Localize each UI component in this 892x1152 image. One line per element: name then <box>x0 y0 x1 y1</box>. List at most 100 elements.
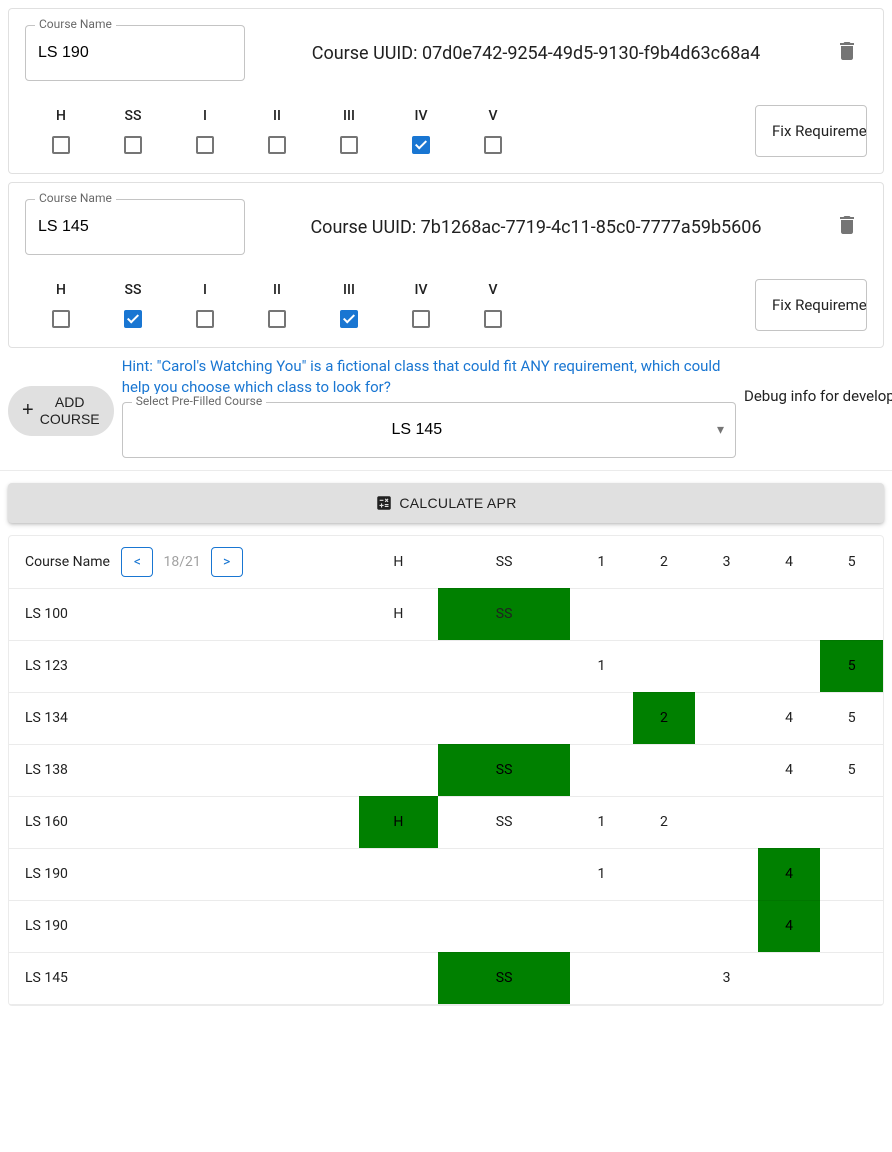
pager-next-button[interactable]: > <box>211 547 243 577</box>
course-name-field: Course Name <box>25 199 245 255</box>
table-row: LS 100HSS <box>9 588 883 640</box>
checkbox-h[interactable] <box>52 310 70 328</box>
table-cell <box>359 900 438 952</box>
table-cell <box>570 692 633 744</box>
table-cell <box>570 744 633 796</box>
trash-icon <box>835 39 859 63</box>
checkbox-iii[interactable] <box>340 310 358 328</box>
header-1: 1 <box>570 536 633 588</box>
table-cell <box>570 588 633 640</box>
add-course-button[interactable]: + ADD COURSE <box>8 386 114 436</box>
course-name-label: Course Name <box>35 191 116 205</box>
requirement-checkboxes: H SS I II III IV V Fix Requirements ▾ <box>25 279 867 331</box>
table-row: LS 160HSS12 <box>9 796 883 848</box>
select-value[interactable] <box>122 402 736 458</box>
delete-button[interactable] <box>827 31 867 75</box>
table-cell <box>695 744 758 796</box>
table-cell: SS <box>438 588 570 640</box>
course-uuid: Course UUID: 07d0e742-9254-49d5-9130-f9b… <box>245 43 827 64</box>
table-cell <box>758 796 821 848</box>
select-label: Select Pre-Filled Course <box>132 394 267 408</box>
table-cell <box>359 848 438 900</box>
table-cell <box>820 900 883 952</box>
checkbox-v[interactable] <box>484 310 502 328</box>
table-cell <box>438 900 570 952</box>
cell-course-name: LS 145 <box>9 952 359 1004</box>
checkbox-ss[interactable] <box>124 310 142 328</box>
checkbox-ii[interactable] <box>268 310 286 328</box>
table-cell: 4 <box>758 900 821 952</box>
checkbox-i[interactable] <box>196 310 214 328</box>
course-name-input[interactable] <box>25 25 245 81</box>
pager: < 18/21 > <box>121 547 242 577</box>
checkbox-h[interactable] <box>52 136 70 154</box>
course-name-input[interactable] <box>25 199 245 255</box>
prefilled-course-select[interactable]: Select Pre-Filled Course ▾ <box>122 402 736 458</box>
table-row: LS 138SS45 <box>9 744 883 796</box>
header-h: H <box>359 536 438 588</box>
debug-info: Debug info for developers: ls145 <box>744 386 884 407</box>
plus-icon: + <box>22 399 34 422</box>
table-row: LS 145SS3 <box>9 952 883 1004</box>
table-cell <box>359 640 438 692</box>
table-cell <box>695 588 758 640</box>
table-cell <box>359 692 438 744</box>
table-cell <box>633 744 696 796</box>
course-card: Course Name Course UUID: 7b1268ac-7719-4… <box>8 182 884 348</box>
fix-requirements-button[interactable]: Fix Requirements ▾ <box>755 105 867 157</box>
checkbox-ss[interactable] <box>124 136 142 154</box>
table-cell <box>633 848 696 900</box>
header-course-name: Course Name <box>25 554 110 570</box>
table-cell <box>359 952 438 1004</box>
table-cell: 1 <box>570 848 633 900</box>
checkbox-iv[interactable] <box>412 136 430 154</box>
table-cell: SS <box>438 796 570 848</box>
add-course-label: ADD COURSE <box>40 394 100 428</box>
cell-course-name: LS 138 <box>9 744 359 796</box>
table-cell <box>820 848 883 900</box>
table-cell <box>633 588 696 640</box>
table-cell <box>758 952 821 1004</box>
table-cell <box>570 952 633 1004</box>
cell-course-name: LS 190 <box>9 848 359 900</box>
table-cell: H <box>359 796 438 848</box>
table-cell <box>758 588 821 640</box>
header-5: 5 <box>820 536 883 588</box>
requirement-checkboxes: H SS I II III IV V Fix Requirements ▾ <box>25 105 867 157</box>
table-cell <box>359 744 438 796</box>
table-header-row: Course Name < 18/21 > H SS 1 2 3 4 5 <box>9 536 883 588</box>
table-cell: 3 <box>695 952 758 1004</box>
table-row: LS 19014 <box>9 848 883 900</box>
calculate-label: CALCULATE APR <box>399 495 516 511</box>
delete-button[interactable] <box>827 205 867 249</box>
table-cell <box>820 796 883 848</box>
dropdown-arrow-icon: ▾ <box>717 422 724 438</box>
checkbox-i[interactable] <box>196 136 214 154</box>
cell-course-name: LS 160 <box>9 796 359 848</box>
table-cell: 2 <box>633 796 696 848</box>
pager-display: 18/21 <box>153 547 210 577</box>
cell-course-name: LS 190 <box>9 900 359 952</box>
table-cell: H <box>359 588 438 640</box>
checkbox-iii[interactable] <box>340 136 358 154</box>
table-cell: 4 <box>758 744 821 796</box>
fix-requirements-button[interactable]: Fix Requirements ▾ <box>755 279 867 331</box>
table-cell <box>633 640 696 692</box>
table-cell <box>438 848 570 900</box>
course-name-field: Course Name <box>25 25 245 81</box>
cell-course-name: LS 134 <box>9 692 359 744</box>
header-4: 4 <box>758 536 821 588</box>
table-cell <box>438 692 570 744</box>
trash-icon <box>835 213 859 237</box>
calculate-apr-button[interactable]: CALCULATE APR <box>8 483 884 523</box>
table-cell: 5 <box>820 744 883 796</box>
course-uuid: Course UUID: 7b1268ac-7719-4c11-85c0-777… <box>245 217 827 238</box>
checkbox-ii[interactable] <box>268 136 286 154</box>
pager-prev-button[interactable]: < <box>121 547 153 577</box>
table-row: LS 190 4 <box>9 900 883 952</box>
checkbox-v[interactable] <box>484 136 502 154</box>
table-cell <box>633 952 696 1004</box>
table-cell <box>820 588 883 640</box>
checkbox-iv[interactable] <box>412 310 430 328</box>
table-cell: 1 <box>570 796 633 848</box>
